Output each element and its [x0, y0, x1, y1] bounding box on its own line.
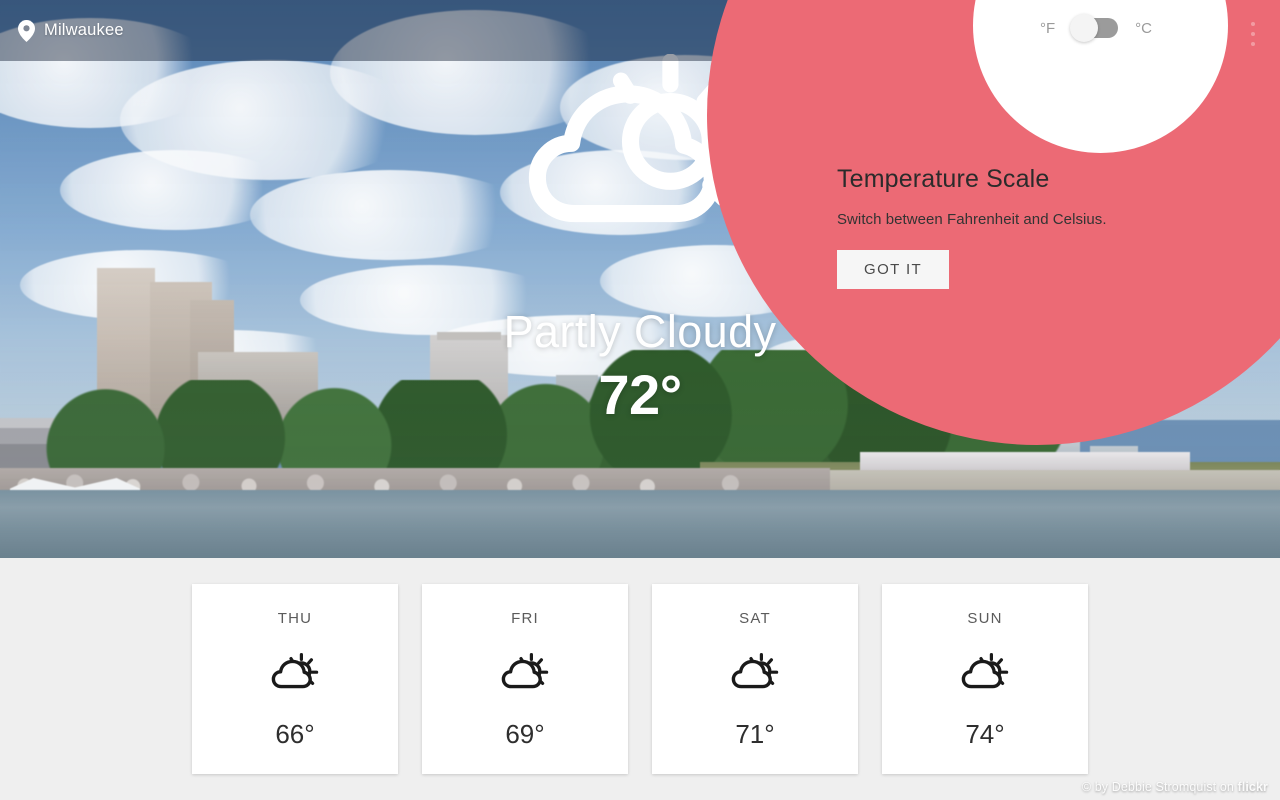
forecast-card[interactable]: FRI 69°	[422, 584, 628, 774]
got-it-button[interactable]: GOT IT	[837, 250, 950, 289]
forecast-card[interactable]: SAT 71°	[652, 584, 858, 774]
unit-toggle-switch[interactable]	[1070, 14, 1119, 42]
forecast-temperature: 74°	[965, 719, 1005, 749]
photo-credit-source: flickr	[1237, 780, 1268, 794]
forecast-card[interactable]: SUN 74°	[882, 584, 1088, 774]
toggle-knob[interactable]	[1070, 14, 1099, 42]
temperature-scale-toggle-group: °F °C	[1040, 14, 1153, 42]
menu-dot	[1251, 42, 1255, 46]
photo-credit-prefix: © by Debbie Stromquist on	[1081, 780, 1238, 794]
location-name: Milwaukee	[44, 21, 124, 39]
water	[0, 490, 1280, 558]
celsius-label: °C	[1135, 19, 1153, 37]
fahrenheit-label: °F	[1040, 19, 1056, 37]
more-vertical-icon[interactable]	[1245, 21, 1261, 47]
partly-cloudy-icon	[731, 653, 779, 689]
forecast-day: SUN	[967, 610, 1003, 627]
forecast-temperature: 69°	[505, 719, 545, 749]
partly-cloudy-icon	[501, 653, 549, 689]
forecast-day: FRI	[511, 610, 539, 627]
forecast-temperature: 66°	[275, 719, 315, 749]
map-pin-icon	[18, 19, 35, 42]
forecast-day: SAT	[739, 610, 771, 627]
forecast-day: THU	[277, 610, 313, 627]
menu-dot	[1251, 32, 1255, 36]
coach-mark-content: Temperature Scale Switch between Fahrenh…	[837, 165, 1280, 289]
weather-app: Partly Cloudy 72° © by Debbie Stromquist…	[0, 0, 1280, 800]
forecast-card[interactable]: THU 66°	[192, 584, 398, 774]
coach-mark-title: Temperature Scale	[837, 165, 1050, 193]
forecast-temperature: 71°	[735, 719, 775, 749]
menu-dot	[1251, 22, 1255, 26]
location-button[interactable]: Milwaukee	[0, 19, 124, 42]
partly-cloudy-icon	[271, 653, 319, 689]
building-top	[437, 332, 501, 340]
forecast-list: THU 66° FRI 69° SAT 71° SUN 74°	[0, 558, 1280, 800]
lakefront-building	[860, 452, 1190, 470]
coach-mark-description: Switch between Fahrenheit and Celsius.	[837, 211, 1107, 228]
partly-cloudy-icon	[961, 653, 1009, 689]
photo-credit: © by Debbie Stromquist on flickr	[1082, 780, 1268, 794]
